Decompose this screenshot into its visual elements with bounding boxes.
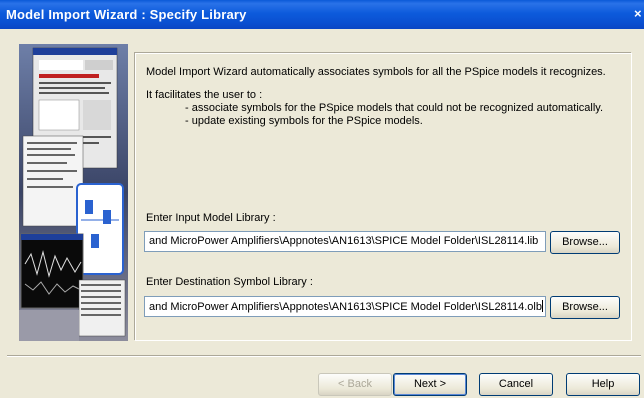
bullet-update: - update existing symbols for the PSpice… [185,115,423,127]
input-browse-button[interactable]: Browse... [550,231,620,254]
destination-library-value: and MicroPower Amplifiers\Appnotes\AN161… [149,301,542,313]
facilitates-text: It facilitates the user to : [146,89,263,101]
destination-library-field[interactable]: and MicroPower Amplifiers\Appnotes\AN161… [144,296,546,317]
content-panel: Model Import Wizard automatically associ… [135,53,632,341]
intro-text: Model Import Wizard automatically associ… [146,66,606,78]
illustration-graphic [19,44,128,341]
cancel-button[interactable]: Cancel [479,373,553,396]
wizard-illustration [19,44,128,341]
text-cursor [541,300,543,312]
button-separator [7,355,641,357]
back-button[interactable]: < Back [318,373,392,396]
window-title: Model Import Wizard : Specify Library [6,7,247,22]
destination-browse-button[interactable]: Browse... [550,296,620,319]
destination-library-label: Enter Destination Symbol Library : [146,276,313,288]
bullet-associate: - associate symbols for the PSpice model… [185,102,604,114]
input-library-field[interactable]: and MicroPower Amplifiers\Appnotes\AN161… [144,231,546,252]
next-button[interactable]: Next > [393,373,467,396]
wizard-window: Model Import Wizard : Specify Library × [0,0,644,398]
help-button[interactable]: Help [566,373,640,396]
input-library-value: and MicroPower Amplifiers\Appnotes\AN161… [149,235,539,247]
close-icon[interactable]: × [634,5,644,23]
input-library-label: Enter Input Model Library : [146,212,276,224]
title-bar[interactable]: Model Import Wizard : Specify Library × [0,0,644,29]
